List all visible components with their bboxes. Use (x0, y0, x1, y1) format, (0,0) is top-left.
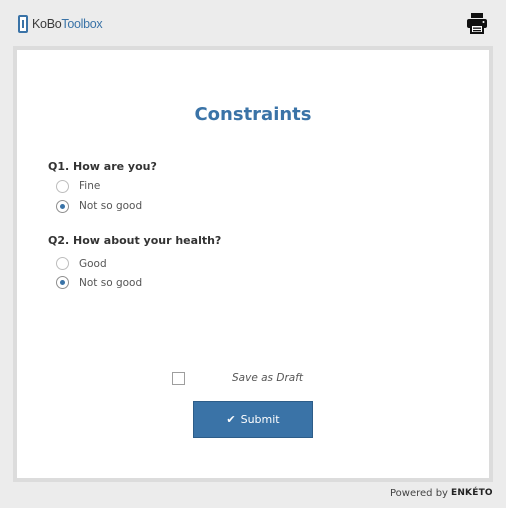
powered-by-text: Powered by (390, 487, 448, 499)
save-draft-checkbox[interactable] (172, 371, 185, 385)
logo-text: KoBoToolbox (32, 15, 103, 33)
radio-button-checked[interactable] (56, 199, 69, 213)
footer: Powered by ENKÉTO (390, 486, 493, 500)
question-label: Q1. How are you? (48, 160, 157, 173)
radio-button[interactable] (56, 257, 69, 270)
radio-option-not-so-good[interactable]: Not so good (56, 273, 468, 292)
radio-option-fine[interactable]: Fine (56, 176, 468, 196)
save-draft-row: Save as Draft (172, 370, 332, 386)
question-label: Q2. How about your health? (48, 234, 222, 247)
radio-button[interactable] (56, 179, 69, 193)
checkmark-icon: ✔ (226, 413, 236, 426)
kobotoolbox-logo: KoBoToolbox (18, 14, 103, 34)
option-label: Not so good (79, 276, 143, 289)
save-draft-label: Save as Draft (232, 372, 304, 384)
radio-button-checked[interactable] (56, 276, 69, 289)
print-icon[interactable] (466, 12, 488, 34)
submit-button[interactable]: ✔ Submit (193, 401, 313, 438)
logo-text-part1: KoBo (32, 17, 62, 31)
radio-option-not-so-good[interactable]: Not so good (56, 196, 468, 216)
form-title: Constraints (194, 104, 312, 125)
question-q2: Q2. How about your health? Good Not so g… (48, 234, 468, 292)
logo-mark-icon (18, 15, 28, 33)
submit-label: Submit (240, 413, 280, 426)
question-q1: Q1. How are you? Fine Not so good (48, 160, 468, 216)
enketo-logo: ENKÉTO (450, 488, 493, 498)
form-card: Constraints Q1. How are you? Fine Not so… (13, 46, 493, 482)
radio-option-good[interactable]: Good (56, 254, 468, 273)
option-label: Good (79, 257, 107, 270)
option-label: Fine (79, 180, 101, 192)
top-bar: KoBoToolbox (0, 0, 506, 46)
logo-text-part2: Toolbox (61, 17, 103, 31)
option-label: Not so good (79, 200, 143, 212)
